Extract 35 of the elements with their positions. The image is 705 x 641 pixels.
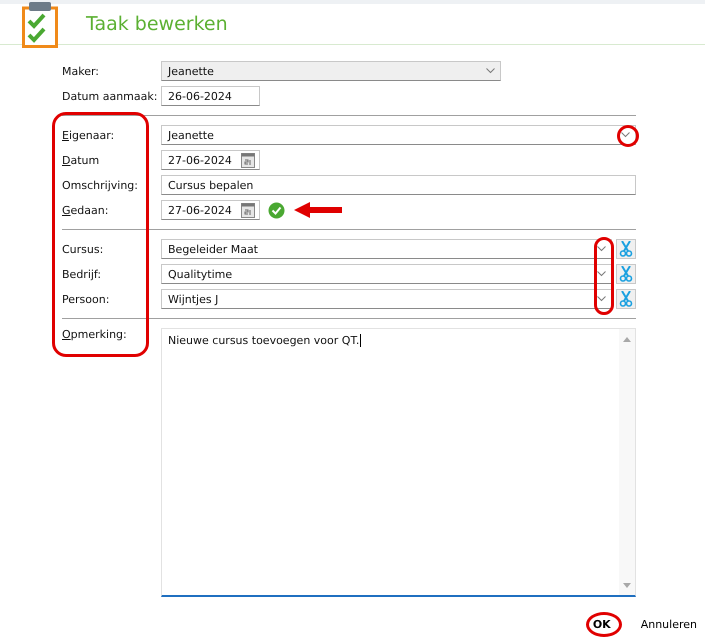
calendar-icon[interactable] [241, 153, 255, 168]
scissors-button[interactable] [616, 264, 636, 284]
dropdown-field[interactable]: Begeleider Maat [161, 239, 612, 259]
dialog-title: Taak bewerken [86, 13, 228, 35]
chevron-icon[interactable] [597, 296, 606, 302]
scrollbar[interactable] [619, 329, 635, 595]
field-label: Datum aanmaak: [62, 90, 158, 102]
field-label: Gedaan: [62, 204, 110, 216]
cancel-button[interactable]: Annuleren [640, 618, 697, 631]
chevron-icon[interactable] [597, 246, 606, 252]
scissors-button[interactable] [616, 239, 636, 259]
chevron-icon[interactable] [621, 132, 630, 138]
calendar-icon[interactable] [241, 203, 255, 218]
dropdown-field[interactable]: Wijntjes J [161, 289, 612, 309]
remarks-field[interactable]: Nieuwe cursus toevoegen voor QT. [161, 328, 636, 597]
chevron-icon[interactable] [597, 271, 606, 277]
field-label: Cursus: [62, 242, 104, 256]
date-field[interactable]: 27-06-2024 [161, 150, 260, 170]
field-label: Datum [62, 154, 100, 166]
field-label: Omschrijving: [62, 178, 139, 192]
field-label: Eigenaar: [62, 128, 116, 142]
scissors-button[interactable] [616, 289, 636, 309]
field-label: Persoon: [62, 292, 110, 306]
field-label: Maker: [62, 64, 100, 78]
field-label: Opmerking: [62, 328, 128, 341]
text-field[interactable]: Cursus bepalen [161, 175, 636, 195]
scissors-icon [619, 241, 633, 257]
dropdown-field[interactable]: Qualitytime [161, 264, 612, 284]
scissors-icon [619, 266, 633, 282]
date-field[interactable]: 26-06-2024 [161, 86, 260, 106]
scissors-icon [619, 291, 633, 307]
dropdown-field[interactable]: Jeanette [161, 125, 636, 145]
ok-button[interactable]: OK [592, 618, 611, 631]
date-field[interactable]: 27-06-2024 [161, 200, 260, 220]
field-label: Bedrijf: [62, 268, 102, 280]
